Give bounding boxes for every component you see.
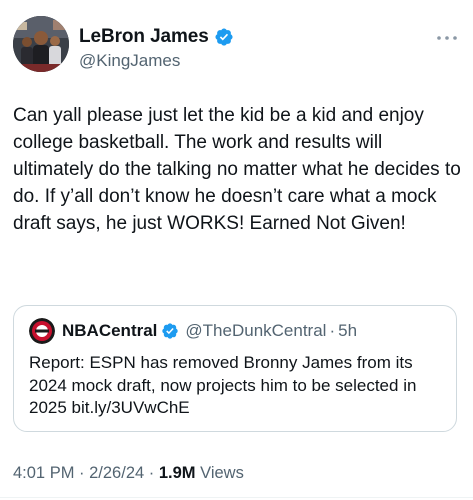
tweet-time[interactable]: 4:01 PM [13,464,74,482]
views-count: 1.9M [158,464,196,482]
divider [0,497,473,498]
author-handle[interactable]: @KingJames [79,51,234,71]
verified-badge-icon [215,28,233,46]
quoted-tweet-header: NBACentral @TheDunkCentral · 5h [29,318,357,344]
quoted-separator: · [329,321,336,340]
tweet-meta: 4:01 PM · 2/26/24 · 1.9M Views [13,464,244,483]
quoted-handle: @TheDunkCentral [185,321,327,340]
tweet-date[interactable]: 2/26/24 [89,464,144,482]
quoted-author-avatar[interactable] [29,318,55,344]
more-options-icon[interactable] [436,34,458,42]
quoted-time: 5h [338,321,358,340]
meta-separator: · [144,464,159,482]
quoted-display-name: NBACentral [62,321,158,340]
views-label: Views [195,464,244,482]
quoted-tweet-text: Report: ESPN has removed Bronny James fr… [29,353,417,417]
author-avatar[interactable] [13,16,69,72]
author-display-name[interactable]: LeBron James [79,26,209,48]
tweet-header: LeBron James @KingJames [13,16,460,76]
verified-badge-icon [162,323,179,339]
author-names: LeBron James @KingJames [79,25,234,71]
meta-separator: · [74,464,90,482]
quoted-tweet[interactable]: NBACentral @TheDunkCentral · 5h Report: … [13,305,457,432]
tweet-text: Can yall please just let the kid be a ki… [13,105,461,234]
